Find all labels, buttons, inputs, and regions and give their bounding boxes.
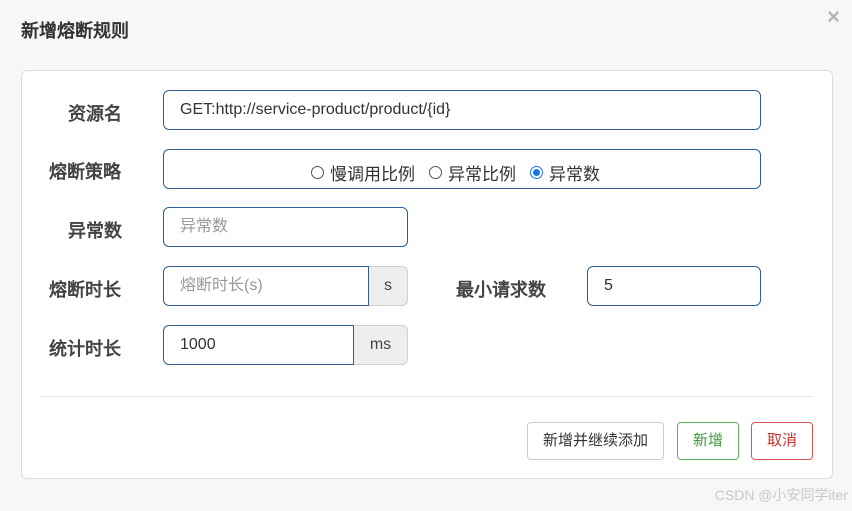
resource-label: 资源名 [68,104,122,124]
add-continue-button[interactable]: 新增并继续添加 [527,422,664,460]
rule-dialog: 新增熔断规则 × 资源名 GET:http://service-product/… [0,0,852,511]
radio-error-ratio[interactable]: 异常比例 [429,160,516,185]
watermark: CSDN @小安同学iter [714,487,848,503]
radio-slow-ratio-label: 慢调用比例 [330,165,415,184]
stat-duration-input[interactable]: 1000 [163,325,354,365]
break-duration-input[interactable]: 熔断时长(s) [163,266,369,306]
min-requests-label: 最小请求数 [456,280,546,300]
radio-error-count-circle[interactable] [530,166,543,179]
radio-error-ratio-label: 异常比例 [448,165,516,184]
stat-duration-unit: ms [354,325,408,365]
break-duration-unit: s [369,266,408,306]
resource-input[interactable]: GET:http://service-product/product/{id} [163,90,761,130]
dialog-title: 新增熔断规则 [21,21,129,41]
radio-error-ratio-circle[interactable] [429,166,442,179]
radio-slow-ratio-circle[interactable] [311,166,324,179]
min-requests-input[interactable]: 5 [587,266,761,306]
footer-divider [40,396,813,397]
break-duration-label: 熔断时长 [49,280,121,300]
exception-count-label: 异常数 [68,221,122,241]
stat-duration-label: 统计时长 [49,339,121,359]
strategy-label: 熔断策略 [49,162,121,182]
radio-error-count-label: 异常数 [549,165,600,184]
close-icon[interactable]: × [827,4,840,30]
add-button[interactable]: 新增 [677,422,739,460]
radio-error-count[interactable]: 异常数 [530,160,600,185]
cancel-button[interactable]: 取消 [751,422,813,460]
radio-slow-ratio[interactable]: 慢调用比例 [311,160,415,185]
strategy-radio-group: 慢调用比例 异常比例 异常数 [311,160,614,185]
exception-count-input[interactable]: 异常数 [163,207,408,247]
